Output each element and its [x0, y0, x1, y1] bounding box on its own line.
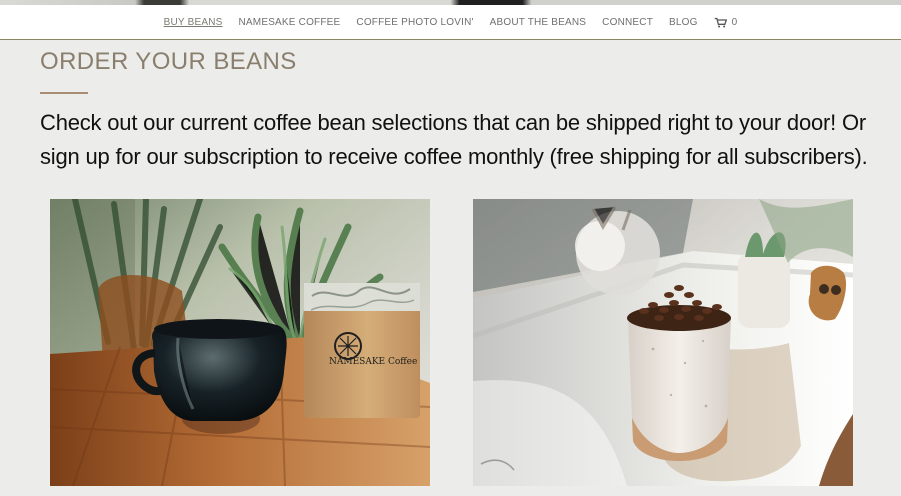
nav-connect[interactable]: CONNECT: [602, 17, 653, 28]
coffee-bag-photo: NAMESAKE Coffee: [50, 199, 430, 486]
nav-buy-beans[interactable]: BUY BEANS: [164, 17, 223, 28]
nav-namesake-coffee[interactable]: NAMESAKE COFFEE: [239, 17, 341, 28]
nav-about-the-beans[interactable]: ABOUT THE BEANS: [490, 17, 587, 28]
cart-count: 0: [731, 16, 738, 28]
nav-blog[interactable]: BLOG: [669, 17, 698, 28]
coffee-cup-photo: [473, 199, 853, 486]
coffee-bag-image: NAMESAKE Coffee: [50, 199, 430, 486]
main-content: ORDER YOUR BEANS Check out our current c…: [0, 40, 901, 496]
cart-link[interactable]: 0: [714, 17, 738, 28]
coffee-cup-image: [473, 199, 853, 486]
cart-icon: [714, 17, 727, 27]
page-title: ORDER YOUR BEANS: [40, 48, 297, 75]
nav-coffee-photo-lovin[interactable]: COFFEE PHOTO LOVIN': [356, 17, 473, 28]
title-divider: [40, 92, 88, 94]
bag-logo-text: NAMESAKE Coffee: [329, 357, 417, 367]
intro-text: Check out our current coffee bean select…: [40, 110, 868, 169]
main-navigation: BUY BEANS NAMESAKE COFFEE COFFEE PHOTO L…: [0, 5, 901, 40]
